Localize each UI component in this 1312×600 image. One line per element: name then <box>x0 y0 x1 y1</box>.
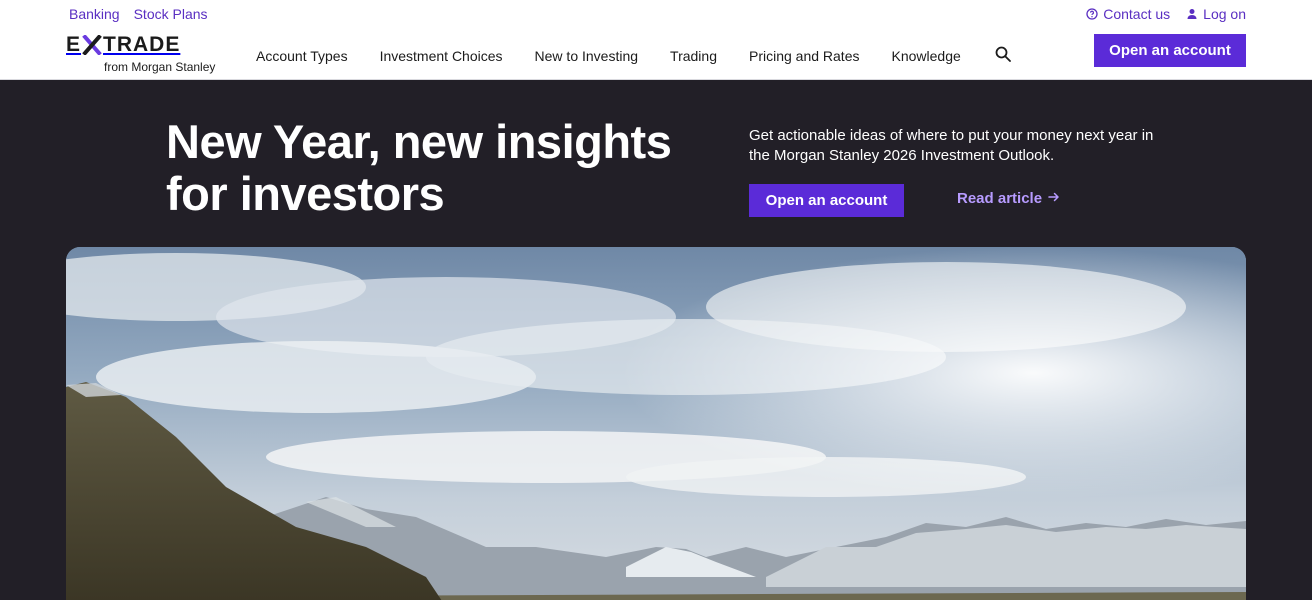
hero-landscape-image <box>66 247 1246 600</box>
search-icon <box>995 46 1011 67</box>
hero-description: Get actionable ideas of where to put you… <box>749 127 1154 164</box>
logo-word-left: E <box>66 33 82 56</box>
nav-item-pricing-and-rates[interactable]: Pricing and Rates <box>749 48 860 64</box>
hero-section: New Year, new insights for investors Get… <box>0 80 1312 600</box>
contact-us-label: Contact us <box>1103 6 1171 22</box>
log-on-link[interactable]: Log on <box>1186 6 1246 22</box>
read-article-label: Read article <box>957 190 1043 207</box>
banking-link[interactable]: Banking <box>69 6 120 22</box>
user-icon <box>1186 8 1198 20</box>
read-article-link[interactable]: Read article <box>957 190 1060 207</box>
arrow-right-icon <box>1048 190 1060 207</box>
hero-title: New Year, new insights for investors <box>166 115 672 220</box>
nav-item-investment-choices[interactable]: Investment Choices <box>380 48 503 64</box>
search-button[interactable] <box>993 46 1013 66</box>
main-nav: Account Types Investment Choices New to … <box>256 46 1013 66</box>
nav-item-account-types[interactable]: Account Types <box>256 48 348 64</box>
log-on-label: Log on <box>1203 6 1246 22</box>
utility-actions: Contact us Log on <box>1086 6 1246 22</box>
stock-plans-link[interactable]: Stock Plans <box>134 6 208 22</box>
utility-nav: Banking Stock Plans <box>69 6 208 22</box>
logo-subtitle: from Morgan Stanley <box>104 60 216 74</box>
open-account-button-hero[interactable]: Open an account <box>749 184 904 217</box>
logo-word-right: TRADE <box>103 33 181 56</box>
landscape-illustration <box>66 247 1246 600</box>
nav-item-trading[interactable]: Trading <box>670 48 717 64</box>
site-header: Banking Stock Plans Contact us Log on E <box>0 0 1312 80</box>
help-circle-icon <box>1086 8 1098 20</box>
nav-item-new-to-investing[interactable]: New to Investing <box>535 48 639 64</box>
open-account-button-header[interactable]: Open an account <box>1094 34 1246 67</box>
contact-us-link[interactable]: Contact us <box>1086 6 1170 22</box>
logo-wordmark: E TRADE <box>66 34 218 56</box>
etrade-logo[interactable]: E TRADE from Morgan Stanley <box>66 34 218 76</box>
logo-x-icon <box>82 34 102 56</box>
nav-item-knowledge[interactable]: Knowledge <box>892 48 961 64</box>
